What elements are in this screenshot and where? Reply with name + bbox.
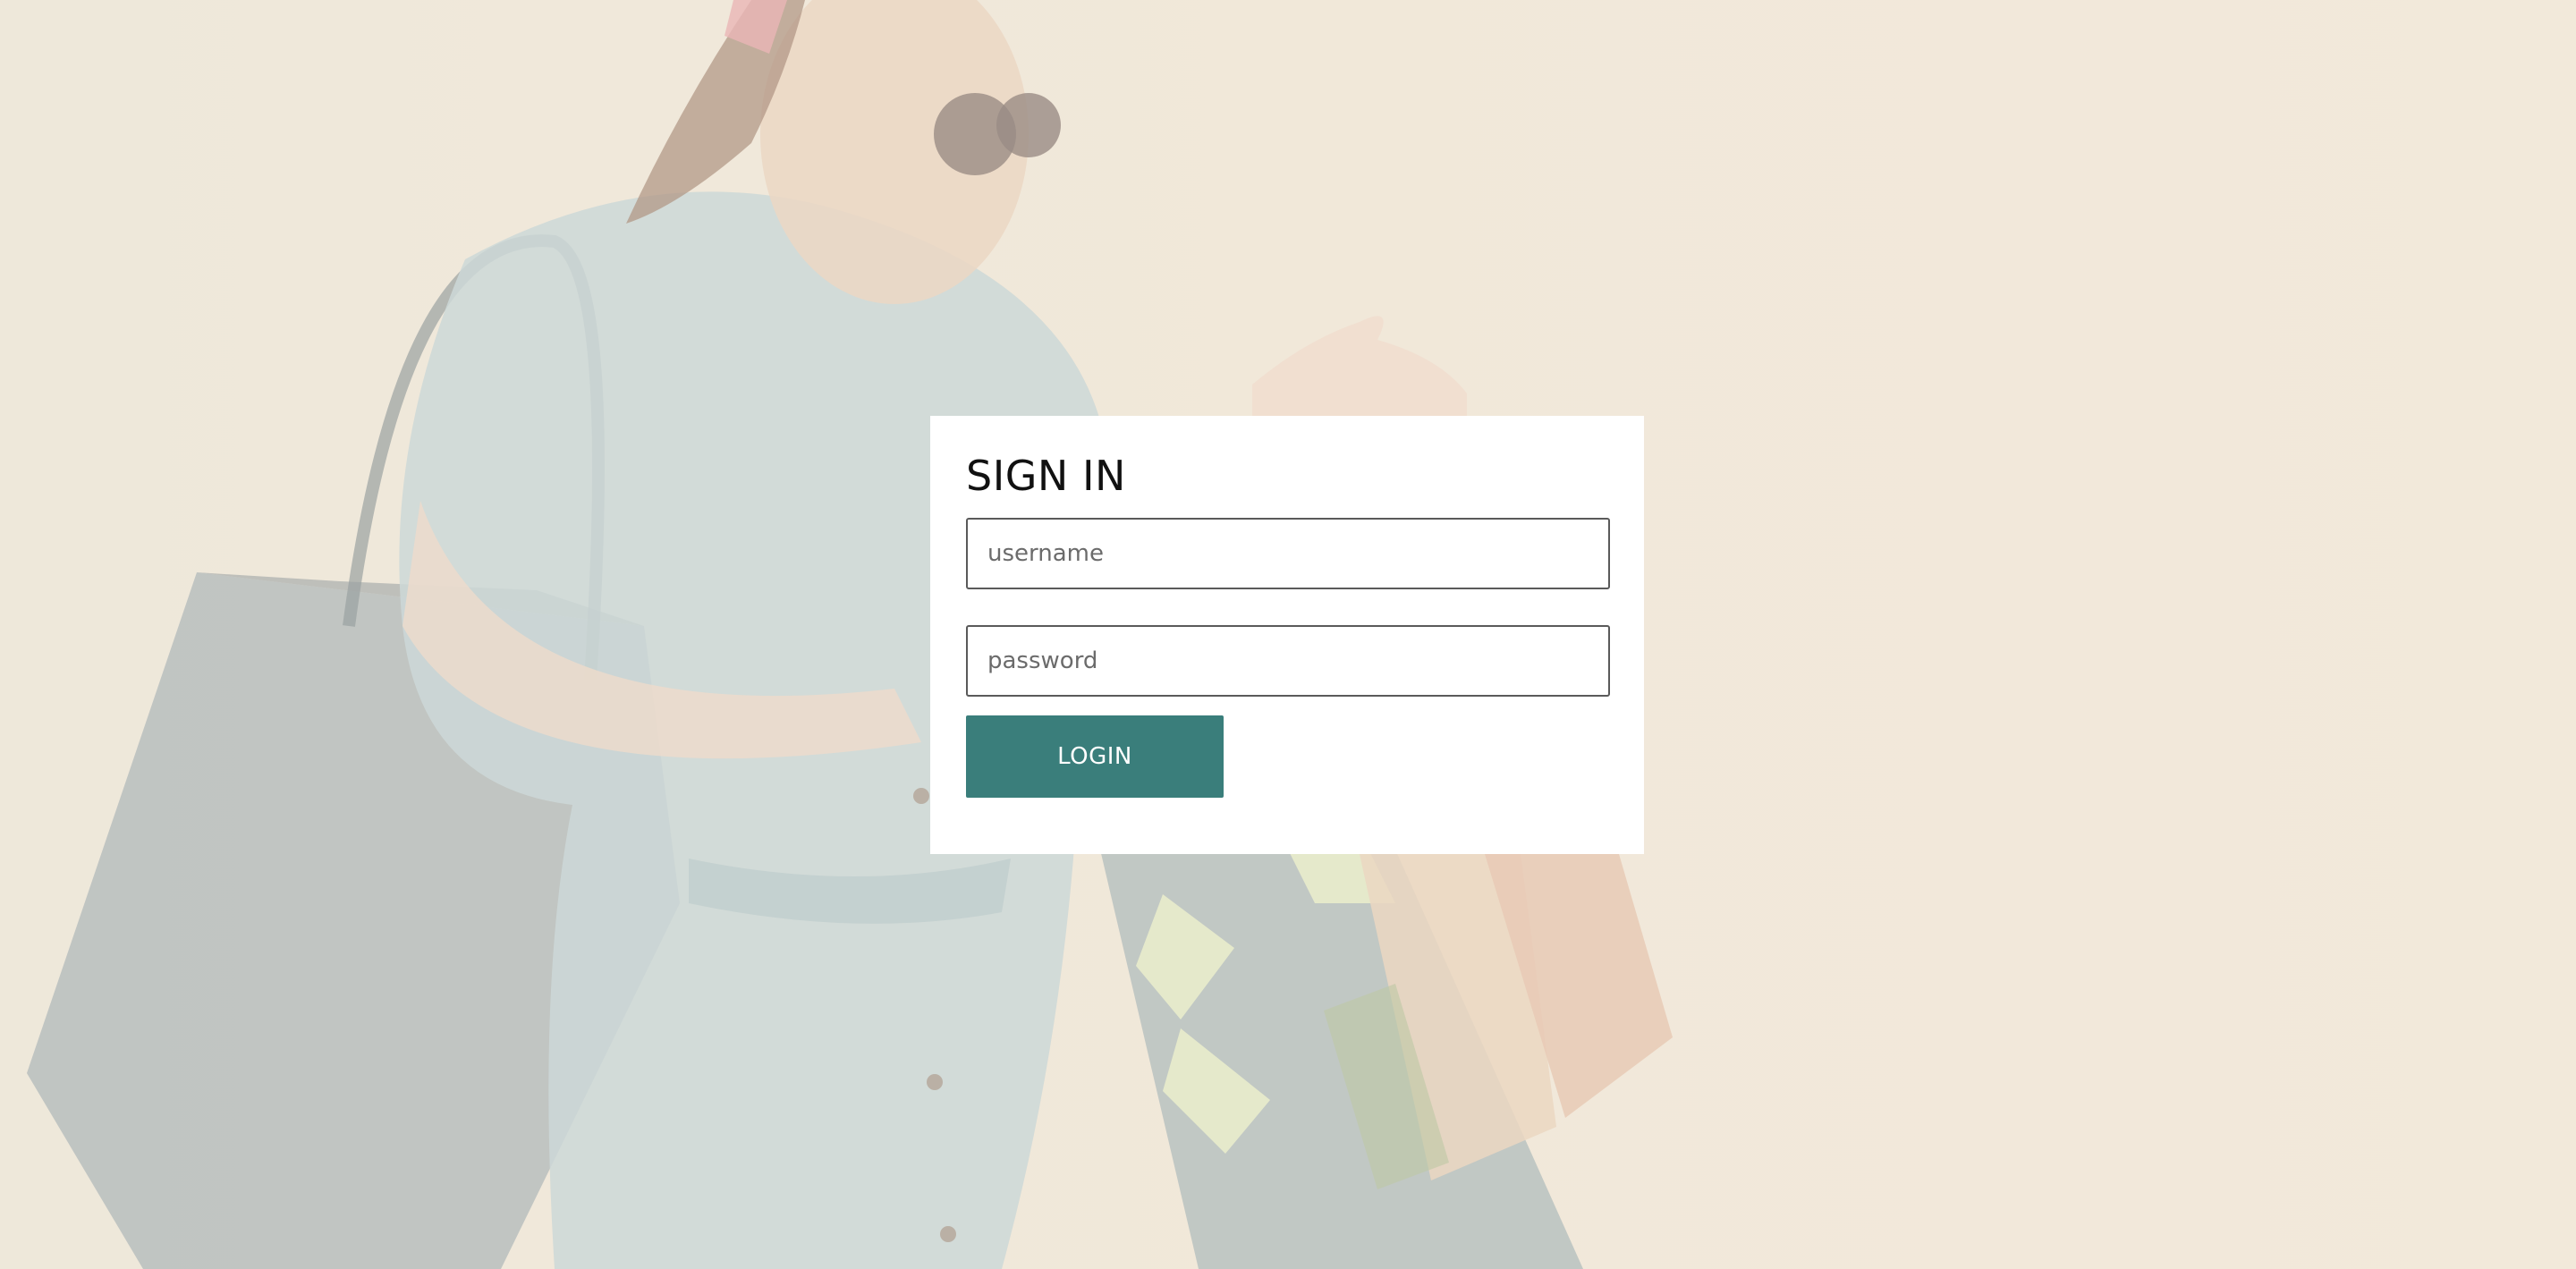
- password-input[interactable]: [966, 625, 1610, 697]
- username-input[interactable]: [966, 518, 1610, 589]
- login-card: SIGN IN LOGIN: [930, 416, 1644, 854]
- login-button[interactable]: LOGIN: [966, 715, 1224, 798]
- sign-in-heading: SIGN IN: [966, 452, 1126, 500]
